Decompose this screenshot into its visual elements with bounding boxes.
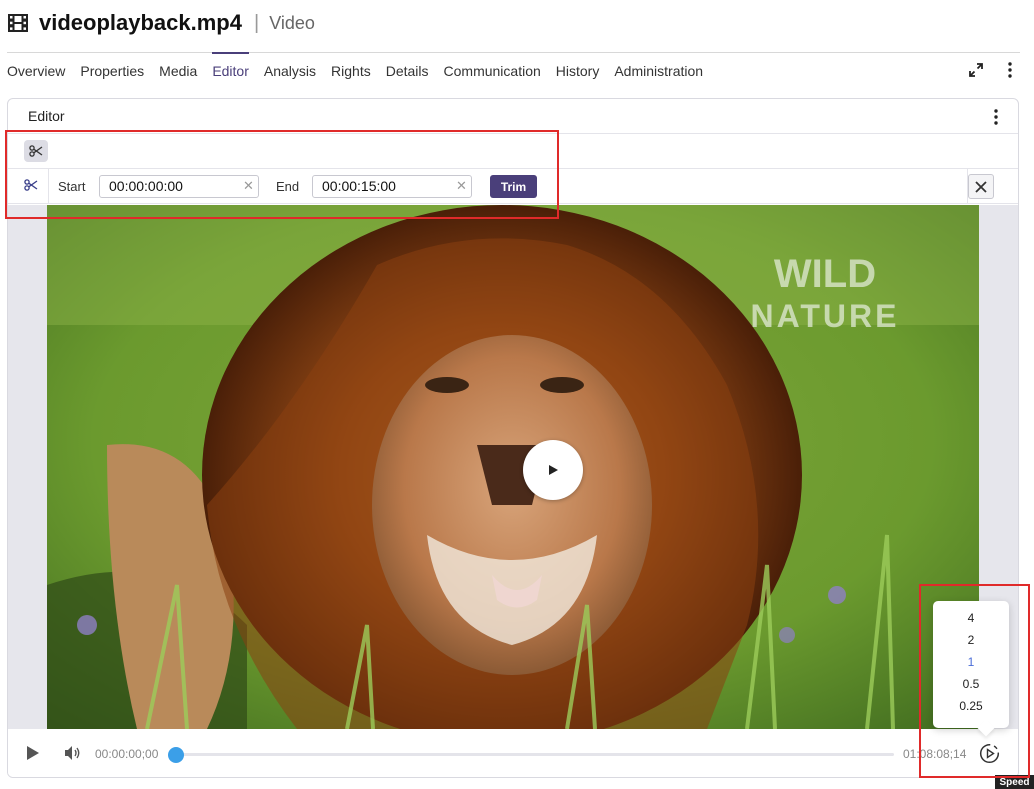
- speed-menu: 4 2 1 0.5 0.25: [933, 601, 1009, 728]
- close-icon: [975, 180, 987, 193]
- cut-tool-button[interactable]: [24, 140, 48, 162]
- more-options-icon[interactable]: [1002, 61, 1018, 79]
- total-time: 01:08:08;14: [903, 747, 967, 761]
- speed-option-2[interactable]: 2: [933, 633, 1009, 647]
- volume-icon: [65, 746, 80, 760]
- page-header: videoplayback.mp4 | Video: [7, 8, 315, 38]
- film-icon: [8, 14, 28, 32]
- video-frame[interactable]: WILD NATURE: [47, 205, 979, 729]
- player-controls: 00:00:00;00 01:08:08;14: [8, 729, 1018, 777]
- scissors-icon: [24, 179, 38, 191]
- speed-option-0-5[interactable]: 0.5: [933, 677, 1009, 691]
- speed-option-0-25[interactable]: 0.25: [933, 699, 1009, 713]
- clear-end-icon[interactable]: ✕: [456, 179, 468, 193]
- toolbar-divider: [48, 169, 49, 204]
- tab-bar: Overview Properties Media Editor Analysi…: [7, 52, 718, 86]
- watermark-line2: NATURE: [751, 298, 900, 334]
- expand-icon[interactable]: [968, 61, 984, 79]
- playback-speed-icon: [979, 743, 1000, 764]
- asset-type-label: Video: [269, 12, 315, 33]
- volume-button[interactable]: [64, 745, 82, 766]
- start-time-input[interactable]: 00:00:00:00: [99, 175, 259, 198]
- speed-tooltip: Speed: [995, 775, 1034, 789]
- speed-option-4[interactable]: 4: [933, 611, 1009, 625]
- video-stage: WILD NATURE: [8, 205, 1018, 729]
- editor-toolbar: [8, 134, 1018, 169]
- speed-option-1[interactable]: 1: [933, 655, 1009, 669]
- tab-actions: [968, 61, 1018, 79]
- editor-panel-header: Editor: [8, 99, 1018, 134]
- progress-track[interactable]: [174, 753, 894, 756]
- tab-editor[interactable]: Editor: [212, 52, 257, 86]
- play-icon: [27, 746, 39, 760]
- play-icon: [549, 465, 558, 475]
- tab-administration[interactable]: Administration: [614, 56, 711, 86]
- video-frame-image: WILD NATURE: [47, 205, 979, 729]
- tab-details[interactable]: Details: [386, 56, 437, 86]
- tab-overview[interactable]: Overview: [7, 56, 73, 86]
- start-label: Start: [58, 179, 86, 194]
- speed-button[interactable]: [979, 743, 1000, 764]
- tab-communication[interactable]: Communication: [444, 56, 549, 86]
- close-trim-button[interactable]: [968, 174, 994, 199]
- tab-media[interactable]: Media: [159, 56, 205, 86]
- header-divider: [7, 52, 1020, 53]
- trim-button[interactable]: Trim: [490, 175, 537, 198]
- clear-start-icon[interactable]: ✕: [243, 179, 255, 193]
- editor-panel: Editor Start 00:00:00:00 ✕ End 00:00:15:…: [7, 98, 1019, 778]
- trim-toolbar: Start 00:00:00:00 ✕ End 00:00:15:00 ✕ Tr…: [8, 169, 1018, 204]
- tab-history[interactable]: History: [556, 56, 608, 86]
- play-button[interactable]: [26, 745, 40, 766]
- end-label: End: [276, 179, 300, 194]
- end-time-input[interactable]: 00:00:15:00: [312, 175, 472, 198]
- panel-menu-icon[interactable]: [988, 108, 1004, 126]
- page-title: videoplayback.mp4: [39, 10, 242, 35]
- title-separator: |: [253, 11, 260, 34]
- scissors-icon: [29, 145, 43, 157]
- tab-properties[interactable]: Properties: [80, 56, 152, 86]
- tab-analysis[interactable]: Analysis: [264, 56, 324, 86]
- current-time: 00:00:00;00: [95, 747, 159, 761]
- progress-thumb[interactable]: [168, 747, 184, 763]
- watermark-line1: WILD: [774, 252, 876, 296]
- tab-rights[interactable]: Rights: [331, 56, 379, 86]
- big-play-button[interactable]: [523, 440, 583, 500]
- editor-panel-title: Editor: [28, 108, 65, 124]
